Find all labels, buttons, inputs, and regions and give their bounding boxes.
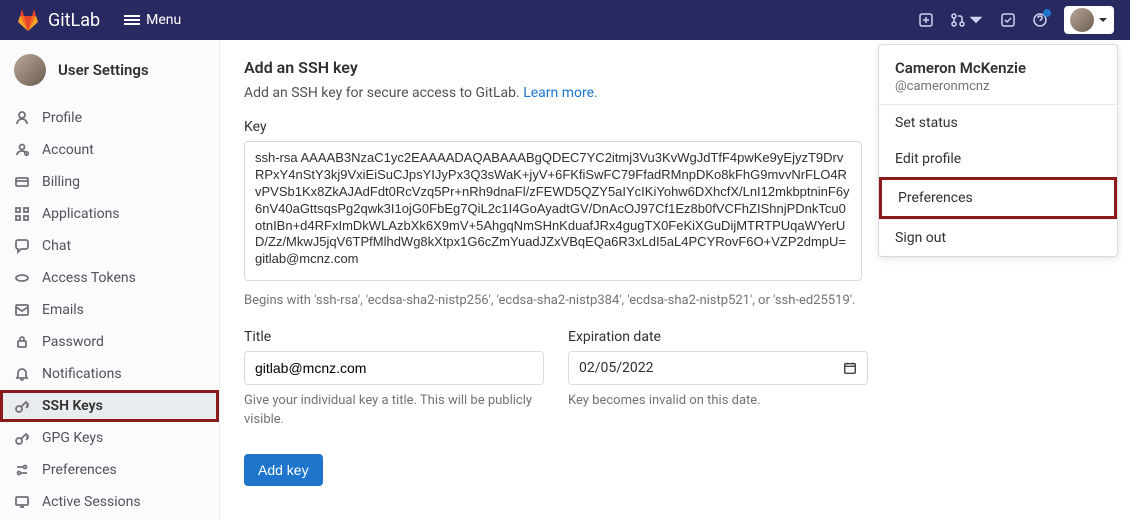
- title-label: Title: [244, 329, 544, 345]
- chevron-down-icon: [1098, 15, 1108, 25]
- dropdown-set-status[interactable]: Set status: [879, 105, 1117, 141]
- user-dropdown: Cameron McKenzie @cameronmcnz Set status…: [878, 44, 1118, 257]
- profile-icon: [14, 110, 30, 126]
- sidebar-item-label: Chat: [42, 238, 71, 254]
- title-input[interactable]: [244, 351, 544, 385]
- sidebar-item-active-sessions[interactable]: Active Sessions: [0, 486, 219, 518]
- chat-icon: [14, 238, 30, 254]
- notifications-icon: [14, 366, 30, 382]
- expires-input[interactable]: 02/05/2022: [568, 351, 868, 385]
- gitlab-logo-wrap[interactable]: GitLab: [16, 8, 100, 32]
- sidebar-item-label: SSH Keys: [42, 398, 103, 414]
- sessions-icon: [14, 494, 30, 510]
- sidebar-item-password[interactable]: Password: [0, 326, 219, 358]
- learn-more-link[interactable]: Learn more.: [523, 85, 598, 101]
- gitlab-logo-icon: [16, 8, 40, 32]
- sidebar-item-label: Emails: [42, 302, 84, 318]
- key-icon: [14, 430, 30, 446]
- create-new-icon[interactable]: [918, 12, 934, 28]
- dropdown-preferences[interactable]: Preferences: [879, 177, 1117, 219]
- hamburger-icon: [124, 13, 140, 27]
- sidebar-item-label: Notifications: [42, 366, 122, 382]
- menu-button[interactable]: Menu: [116, 8, 189, 32]
- preferences-icon: [14, 462, 30, 478]
- user-avatar-button[interactable]: [1064, 6, 1114, 34]
- billing-icon: [14, 174, 30, 190]
- sidebar-avatar-icon: [14, 54, 46, 86]
- header-actions: [918, 6, 1114, 34]
- sidebar-item-label: Password: [42, 334, 104, 350]
- sidebar-item-ssh-keys[interactable]: SSH Keys: [0, 390, 219, 422]
- sidebar-title-row: User Settings: [0, 40, 219, 96]
- dropdown-user-head: Cameron McKenzie @cameronmcnz: [879, 45, 1117, 104]
- sidebar-item-label: Profile: [42, 110, 82, 126]
- sidebar-item-emails[interactable]: Emails: [0, 294, 219, 326]
- expires-value: 02/05/2022: [579, 360, 654, 376]
- menu-button-label: Menu: [146, 12, 181, 28]
- sidebar-item-notifications[interactable]: Notifications: [0, 358, 219, 390]
- calendar-icon: [843, 361, 857, 375]
- notification-dot: [1043, 9, 1051, 17]
- dropdown-sign-out[interactable]: Sign out: [879, 220, 1117, 256]
- sidebar-item-applications[interactable]: Applications: [0, 198, 219, 230]
- account-icon: [14, 142, 30, 158]
- sidebar-item-gpg-keys[interactable]: GPG Keys: [0, 422, 219, 454]
- expires-label: Expiration date: [568, 329, 868, 345]
- applications-icon: [14, 206, 30, 222]
- title-helper: Give your individual key a title. This w…: [244, 391, 544, 430]
- password-icon: [14, 334, 30, 350]
- help-icon[interactable]: [1032, 12, 1048, 28]
- dropdown-user-handle: @cameronmcnz: [895, 79, 1101, 94]
- key-icon: [14, 398, 30, 414]
- sidebar-item-label: Preferences: [42, 462, 117, 478]
- emails-icon: [14, 302, 30, 318]
- dropdown-user-name: Cameron McKenzie: [895, 59, 1101, 77]
- todos-icon[interactable]: [1000, 12, 1016, 28]
- dropdown-edit-profile[interactable]: Edit profile: [879, 141, 1117, 177]
- tokens-icon: [14, 270, 30, 286]
- sidebar-title: User Settings: [58, 61, 149, 79]
- sidebar-item-chat[interactable]: Chat: [0, 230, 219, 262]
- sidebar-item-billing[interactable]: Billing: [0, 166, 219, 198]
- sidebar-item-label: Applications: [42, 206, 120, 222]
- sidebar-item-account[interactable]: Account: [0, 134, 219, 166]
- key-textarea[interactable]: [244, 141, 862, 281]
- sidebar-item-profile[interactable]: Profile: [0, 102, 219, 134]
- add-key-button[interactable]: Add key: [244, 454, 323, 486]
- sidebar-item-access-tokens[interactable]: Access Tokens: [0, 262, 219, 294]
- sidebar-item-label: Active Sessions: [42, 494, 141, 510]
- key-helper: Begins with 'ssh-rsa', 'ecdsa-sha2-nistp…: [244, 291, 862, 311]
- avatar-icon: [1070, 8, 1094, 32]
- sidebar-item-label: Account: [42, 142, 94, 158]
- merge-requests-icon[interactable]: [950, 12, 984, 28]
- sidebar: User Settings Profile Account Billing Ap…: [0, 40, 220, 520]
- top-header: GitLab Menu: [0, 0, 1130, 40]
- expires-helper: Key becomes invalid on this date.: [568, 391, 868, 411]
- sidebar-item-label: Billing: [42, 174, 80, 190]
- sidebar-item-label: Access Tokens: [42, 270, 136, 286]
- sidebar-item-label: GPG Keys: [42, 430, 103, 446]
- sidebar-item-preferences[interactable]: Preferences: [0, 454, 219, 486]
- brand-name: GitLab: [48, 10, 100, 31]
